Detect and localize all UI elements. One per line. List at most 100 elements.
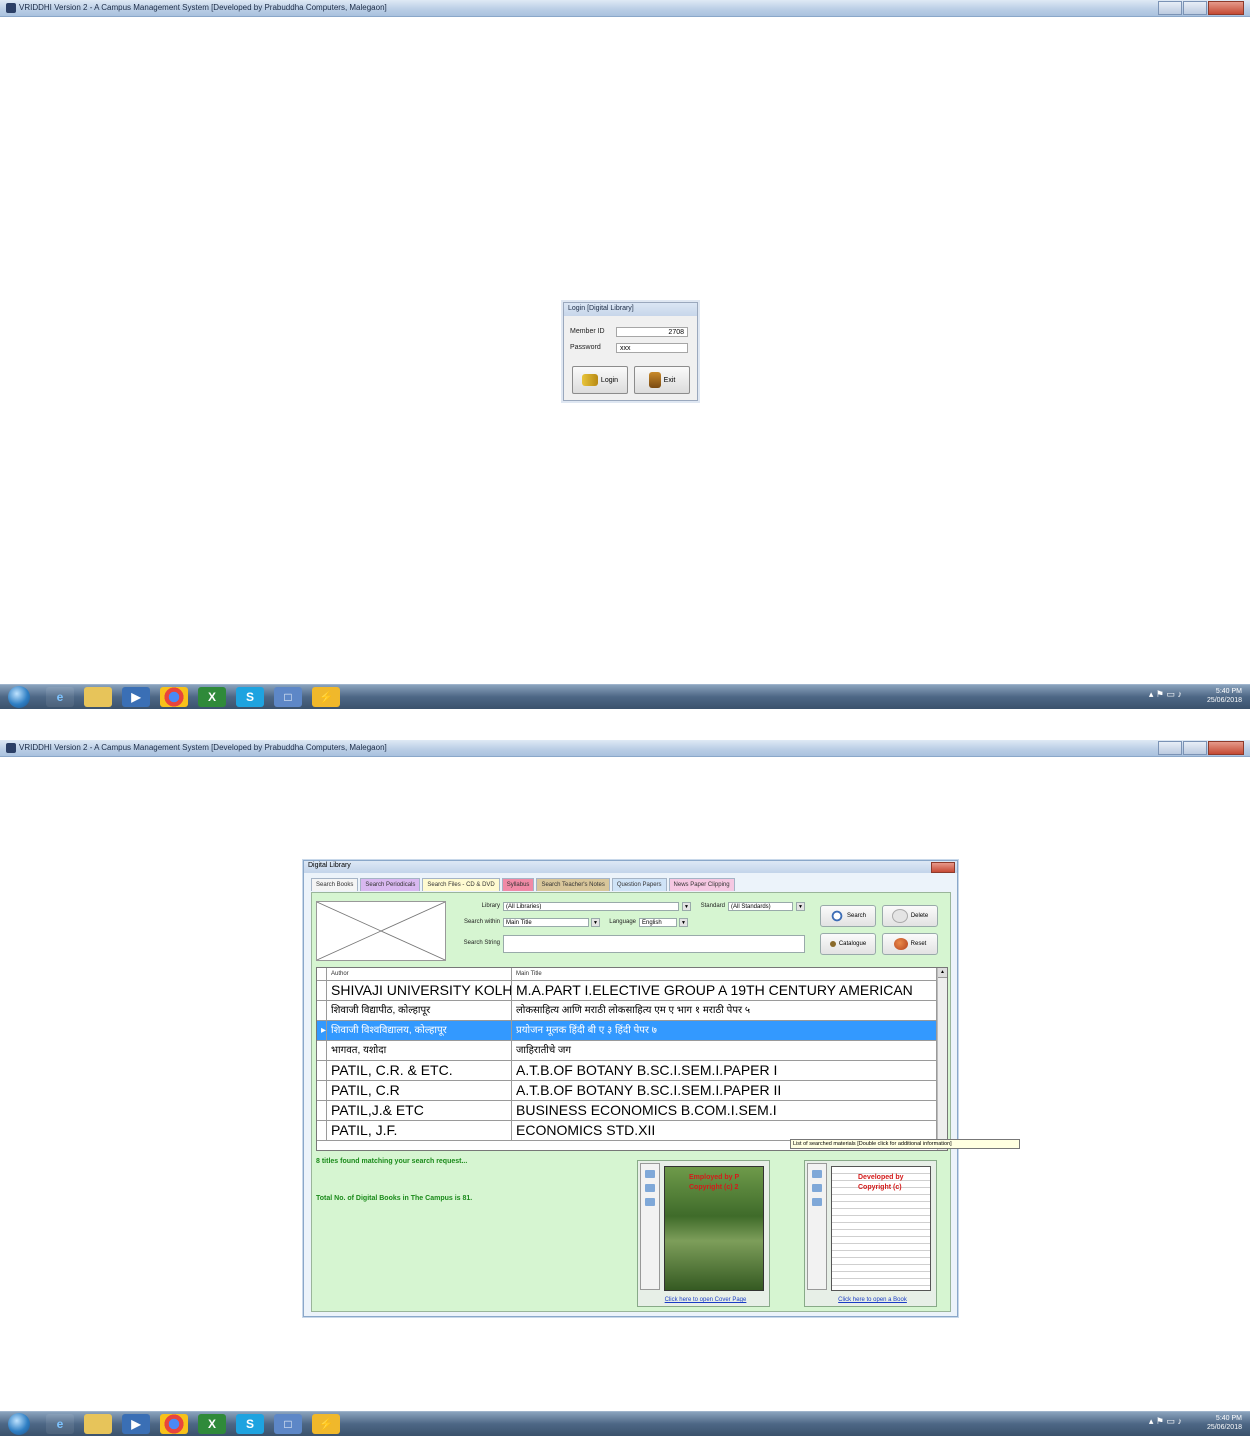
open-book-link[interactable]: Click here to open a Book (813, 1297, 932, 1303)
page-thumbnail-icon[interactable] (812, 1170, 822, 1178)
search-button-label: Search (846, 913, 866, 919)
row-selector[interactable] (317, 1101, 327, 1120)
tab-syllabus[interactable]: Syllabus (501, 878, 535, 891)
table-row[interactable]: SHIVAJI UNIVERSITY KOLHAPURM.A.PART I.EL… (317, 981, 937, 1001)
close-button[interactable] (1208, 1, 1244, 15)
delete-button[interactable]: Delete (882, 905, 938, 927)
clock-date[interactable]: 25/06/2018 (1207, 1423, 1242, 1432)
tab-question-papers[interactable]: Question Papers (611, 878, 667, 891)
close-window-button[interactable] (931, 862, 955, 873)
row-selector[interactable] (317, 1121, 327, 1140)
excel-icon[interactable]: X (198, 687, 226, 707)
open-cover-page-link[interactable]: Click here to open Cover Page (646, 1297, 765, 1303)
table-row[interactable]: PATIL,J.& ETC BUSINESS ECONOMICS B.COM.I.… (317, 1101, 937, 1121)
password-field[interactable]: xxx (616, 343, 688, 353)
tab-search-files-cd-dvd[interactable]: Search Files - CD & DVD (422, 878, 500, 891)
bookmark-icon[interactable] (645, 1184, 655, 1192)
clock-time[interactable]: 5:40 PM (1207, 687, 1242, 696)
table-row[interactable]: ▸ शिवाजी विश्वविद्यालय, कोल्हापूर प्रयोजन … (317, 1021, 937, 1041)
skype-icon[interactable]: S (236, 687, 264, 707)
vriddhi-app-icon[interactable]: ⚡ (312, 687, 340, 707)
search-within-select[interactable]: Main Title (503, 918, 589, 927)
file-explorer-icon[interactable] (84, 1414, 112, 1434)
standard-select[interactable]: (All Standards) (728, 902, 793, 911)
media-player-icon[interactable]: ▶ (122, 1414, 150, 1434)
row-selector[interactable] (317, 1001, 327, 1020)
maximize-button[interactable] (1183, 1, 1207, 15)
delete-button-label: Delete (910, 913, 929, 919)
file-explorer-icon[interactable] (84, 687, 112, 707)
attachment-icon[interactable] (645, 1198, 655, 1206)
empty-image-icon (316, 901, 446, 961)
language-dropdown-arrow-icon[interactable]: ▼ (679, 918, 688, 927)
author-cell: शिवाजी विद्यापीठ, कोल्हापूर (327, 1001, 512, 1020)
tab-search-periodicals[interactable]: Search Periodicals (360, 878, 421, 891)
title-cell: जाहिरातीचे जग (512, 1041, 937, 1060)
start-button[interactable] (8, 1413, 30, 1435)
password-label: Password (570, 344, 601, 351)
library-dropdown-arrow-icon[interactable]: ▼ (682, 902, 691, 911)
internet-explorer-icon[interactable]: e (46, 687, 74, 707)
login-dialog: Login [Digital Library] Member ID 2708 P… (563, 302, 698, 401)
book-viewer[interactable]: Developed by Copyright (c) Click here to… (804, 1160, 937, 1307)
book-viewer-toolbar (807, 1163, 827, 1290)
media-player-icon[interactable]: ▶ (122, 687, 150, 707)
search-string-input[interactable] (503, 935, 805, 953)
tray-icons[interactable]: ▴ ⚑ ▭ ♪ (1149, 1417, 1182, 1426)
table-row[interactable]: शिवाजी विद्यापीठ, कोल्हापूर लोकसाहित्य आण… (317, 1001, 937, 1021)
tab-search-books[interactable]: Search Books (311, 878, 359, 891)
start-button[interactable] (8, 686, 30, 708)
cover-page-viewer[interactable]: Employed by P Copyright (c) 2 Click here… (637, 1160, 770, 1307)
tab-search-teacher-s-notes[interactable]: Search Teacher's Notes (536, 878, 610, 891)
vriddhi-app-icon[interactable]: ⚡ (312, 1414, 340, 1434)
scroll-up-arrow-icon[interactable]: ▲ (938, 968, 947, 978)
author-column-header[interactable]: Author (327, 968, 512, 980)
minimize-button[interactable] (1158, 1, 1182, 15)
language-select[interactable]: English (639, 918, 677, 927)
table-row[interactable]: PATIL, C.R A.T.B.OF BOTANY B.SC.I.SEM.I.P… (317, 1081, 937, 1101)
tab-news-paper-clipping[interactable]: News Paper Clipping (668, 878, 735, 891)
maximize-button[interactable] (1183, 741, 1207, 755)
window-controls (1158, 741, 1244, 755)
login-button[interactable]: Login (572, 366, 628, 394)
standard-dropdown-arrow-icon[interactable]: ▼ (796, 902, 805, 911)
table-row[interactable]: PATIL, C.R. & ETC. A.T.B.OF BOTANY B.SC.I… (317, 1061, 937, 1081)
close-button[interactable] (1208, 741, 1244, 755)
page-thumbnail-icon[interactable] (645, 1170, 655, 1178)
minimize-button[interactable] (1158, 741, 1182, 755)
title-column-header[interactable]: Main Title (512, 968, 937, 980)
skype-icon[interactable]: S (236, 1414, 264, 1434)
chrome-icon[interactable] (160, 687, 188, 707)
cover-watermark-line2: Copyright (c) 2 (689, 1184, 739, 1191)
bookmark-icon[interactable] (812, 1184, 822, 1192)
title-cell: A.T.B.OF BOTANY B.SC.I.SEM.I.PAPER I (512, 1061, 937, 1080)
reset-button[interactable]: Reset (882, 933, 938, 955)
row-selector[interactable] (317, 1041, 327, 1060)
clock-date[interactable]: 25/06/2018 (1207, 696, 1242, 705)
row-selector[interactable]: ▸ (317, 1021, 327, 1040)
chrome-icon[interactable] (160, 1414, 188, 1434)
results-grid[interactable]: Author Main Title SHIVAJI UNIVERSITY KOL… (316, 967, 948, 1151)
search-button[interactable]: Search (820, 905, 876, 927)
app-window-icon[interactable]: □ (274, 1414, 302, 1434)
table-row[interactable]: PATIL, J.F. ECONOMICS STD.XII (317, 1121, 937, 1141)
member-id-field[interactable]: 2708 (616, 327, 688, 337)
title-cell: लोकसाहित्य आणि मराठी लोकसाहित्य एम ए भाग… (512, 1001, 937, 1020)
app-window-icon[interactable]: □ (274, 687, 302, 707)
row-selector[interactable] (317, 1081, 327, 1100)
catalogue-button[interactable]: Catalogue (820, 933, 876, 955)
tray-icons[interactable]: ▴ ⚑ ▭ ♪ (1149, 690, 1182, 699)
excel-icon[interactable]: X (198, 1414, 226, 1434)
row-selector[interactable] (317, 1061, 327, 1080)
attachment-icon[interactable] (812, 1198, 822, 1206)
internet-explorer-icon[interactable]: e (46, 1414, 74, 1434)
taskbar: e ▶ X S □ ⚡ ▴ ⚑ ▭ ♪ 5:40 PM 25/06/2018 (0, 1411, 1250, 1436)
member-id-label: Member ID (570, 328, 605, 335)
clock-time[interactable]: 5:40 PM (1207, 1414, 1242, 1423)
exit-button[interactable]: Exit (634, 366, 690, 394)
search-within-dropdown-arrow-icon[interactable]: ▼ (591, 918, 600, 927)
row-selector[interactable] (317, 981, 327, 1000)
results-scrollbar[interactable]: ▲ (937, 968, 947, 1150)
library-select[interactable]: (All Libraries) (503, 902, 679, 911)
table-row[interactable]: भागवत, यशोदा जाहिरातीचे जग (317, 1041, 937, 1061)
